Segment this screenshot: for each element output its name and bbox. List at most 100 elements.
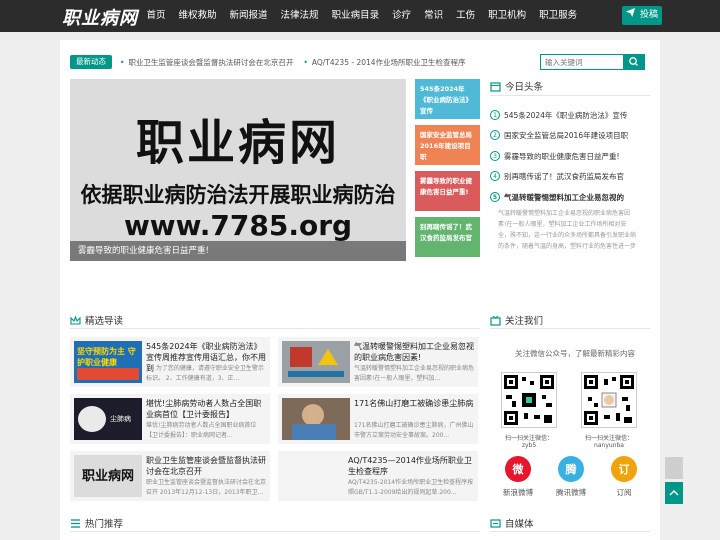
tile-text: 国家安全监管总局2016年建设项目职 [420, 131, 472, 161]
headline-item[interactable]: 5 气温转暖警惕塑料加工企业易忽视的 [490, 190, 650, 204]
article-title: 堪忧!尘肺病劳动者人数占全国职业病首位【卫计委报告】 [146, 399, 262, 419]
article-thumbnail: 职业病网 [74, 455, 142, 497]
social-label[interactable]: 订阅 [599, 487, 649, 498]
headline-description: 气温转暖警惕塑料加工企业易忽视的职业病危害因素!在一般人眼里，塑料加工企业工作场… [498, 210, 637, 250]
divider [490, 95, 650, 96]
tile-link[interactable]: 国家安全监管总局2016年建设项目职 [415, 125, 480, 165]
search-input[interactable] [540, 54, 624, 70]
tile-text: 545条2024年《职业病防治法》宣传 [420, 85, 472, 115]
menu-item-knowledge[interactable]: 常识 [418, 0, 450, 32]
ticker-item[interactable]: AQ/T4235 - 2014作业场所职业卫生检查程序 [303, 57, 466, 68]
menu-item-rights[interactable]: 维权救助 [172, 0, 223, 32]
article-summary: 1、为了您的健康，请遵守职业安全卫生警示标识。 2、工作健康有道，3、正... [146, 365, 264, 382]
article-title: AQ/T4235—2014作业场所职业卫生检查程序 [348, 456, 472, 476]
article-card[interactable]: 坚守预防为主 守护职业健康 545条2024年《职业病防治法》宣传周推荐宣传用语… [70, 337, 270, 387]
follow-title: 关注我们 [505, 316, 544, 327]
tile-link[interactable]: 雾霾导致的职业健康危害日益严重! [415, 171, 480, 211]
article-thumbnail [282, 398, 350, 440]
menu-item-services[interactable]: 职卫服务 [533, 0, 584, 32]
site-logo[interactable]: 职业病网 [62, 4, 138, 30]
headline-text: 气温转暖警惕塑料加工企业易忽视的 [504, 192, 624, 202]
qr-label: 扫一扫关注微信：zyb5 [504, 435, 553, 449]
ticker-item[interactable]: 职业卫生监管座谈会暨监督执法研讨会在北京召开 [120, 57, 293, 68]
featured-slider[interactable]: 职业病网 依据职业病防治法开展职业病防治 www.7785.org 雾霾导致的职… [70, 79, 406, 261]
tile-text: 雾霾导致的职业健康危害日益严重! [420, 177, 472, 196]
menu-item-laws[interactable]: 法律法规 [274, 0, 325, 32]
latest-news-bar: 最新动态 职业卫生监管座谈会暨监督执法研讨会在北京召开 AQ/T4235 - 2… [70, 53, 484, 71]
tencent-weibo-icon[interactable]: 腾 [558, 456, 584, 482]
wechat-qr-code [501, 372, 557, 428]
article-card[interactable]: AQ/T4235—2014作业场所职业卫生检查程序 AQ/T4235-2014作… [278, 451, 478, 501]
menu-item-injury[interactable]: 工伤 [450, 0, 482, 32]
slide-caption[interactable]: 雾霾导致的职业健康危害日益严重! [70, 241, 406, 261]
hot-header: 热门推荐 [70, 516, 123, 530]
article-card[interactable]: 气温转暖警惕塑料加工企业易忽视的职业病危害因素! 气温转暖警惕塑料加工企业易忽视… [278, 337, 478, 387]
tile-link[interactable]: 别再瞎传谣了！武汉食药监局发布官 [415, 217, 480, 257]
menu-item-catalog[interactable]: 职业病目录 [325, 0, 386, 32]
article-summary: 171名佛山打磨工被确诊患尘肺病，广州佛山市警方立案劳动安全事故案。200... [354, 422, 474, 439]
tile-link[interactable]: 545条2024年《职业病防治法》宣传 [415, 79, 480, 119]
menu-item-treatment[interactable]: 诊疗 [386, 0, 418, 32]
headline-rank: 3 [490, 151, 500, 161]
featured-title: 精选导读 [85, 316, 124, 327]
main-menu: 首页 维权救助 新闻报道 法律法规 职业病目录 诊疗 常识 工伤 职卫机构 职卫… [140, 0, 584, 32]
headline-text: 别再瞎传谣了！武汉食药监局发布官 [504, 171, 624, 181]
headline-item[interactable]: 4 别再瞎传谣了！武汉食药监局发布官 [490, 169, 650, 183]
follow-header: 关注我们 [490, 313, 543, 327]
article-thumbnail: 坚守预防为主 守护职业健康 [74, 341, 142, 383]
thumbnail-text: 尘肺病 [110, 415, 131, 423]
top-nav: 职业病网 首页 维权救助 新闻报道 法律法规 职业病目录 诊疗 常识 工伤 职卫… [0, 0, 720, 32]
article-title: 气温转暖警惕塑料加工企业易忽视的职业病危害因素! [354, 342, 474, 362]
rss-icon[interactable]: 订 [611, 456, 637, 482]
back-to-top-button[interactable] [665, 482, 683, 504]
article-title: 171名佛山打磨工被确诊患尘肺病 [354, 399, 474, 408]
featured-header: 精选导读 [70, 313, 123, 327]
thumbnail-text: 职业病网 [81, 469, 134, 484]
crown-icon [70, 314, 81, 325]
slide-subline: 依据职业病防治法开展职业病防治 [80, 183, 396, 207]
headline-rank: 2 [490, 130, 500, 140]
search-icon [629, 57, 638, 66]
headline-text: 545条2024年《职业病防治法》宣传 [504, 110, 628, 120]
submit-button-label: 投稿 [640, 10, 659, 20]
headline-item[interactable]: 1 545条2024年《职业病防治法》宣传 [490, 108, 650, 122]
media-title: 自媒体 [505, 519, 534, 530]
social-label[interactable]: 新浪微博 [493, 487, 543, 498]
submit-button[interactable]: 投稿 [622, 6, 662, 25]
headlines-header: 今日头条 [490, 79, 543, 93]
divider [70, 531, 480, 532]
article-card[interactable]: 171名佛山打磨工被确诊患尘肺病 171名佛山打磨工被确诊患尘肺病，广州佛山市警… [278, 394, 478, 444]
latest-news-tag: 最新动态 [70, 55, 112, 69]
headlines-title: 今日头条 [505, 82, 544, 93]
headline-rank: 5 [490, 192, 500, 202]
headline-text: 雾霾导致的职业健康危害日益严重! [504, 151, 620, 161]
weibo-icon[interactable]: 微 [505, 456, 531, 482]
slide-url: www.7785.org [123, 209, 353, 242]
headline-rank: 1 [490, 110, 500, 120]
article-card[interactable]: 尘肺病 堪忧!尘肺病劳动者人数占全国职业病首位【卫计委报告】 堪忧!尘肺病劳动者… [70, 394, 270, 444]
image-icon [490, 518, 501, 528]
search-button[interactable] [623, 54, 645, 70]
menu-item-news[interactable]: 新闻报道 [223, 0, 274, 32]
article-thumbnail: 尘肺病 [74, 398, 142, 440]
calendar-icon [490, 81, 501, 92]
menu-item-institutions[interactable]: 职卫机构 [482, 0, 533, 32]
media-header: 自媒体 [490, 516, 534, 530]
article-card[interactable]: 职业病网 职业卫生监管座谈会暨监督执法研讨会在北京召开 职业卫生监管座谈会暨监督… [70, 451, 270, 501]
article-summary: 堪忧!尘肺病劳动者人数占全国职业病首位【卫计委报告】：职业病网记者... [146, 422, 257, 439]
headline-item[interactable]: 3 雾霾导致的职业健康危害日益严重! [490, 149, 650, 163]
qr-label: 扫一扫关注微信：nanyunba [584, 435, 633, 449]
wechat-qr-code [581, 372, 637, 428]
headline-rank: 4 [490, 171, 500, 181]
article-thumbnail [282, 341, 350, 383]
divider [70, 328, 480, 329]
headline-text: 国家安全监管总局2016年建设项目职 [504, 130, 629, 140]
social-label[interactable]: 腾讯微博 [546, 487, 596, 498]
send-icon [626, 6, 635, 25]
side-tool-button[interactable] [665, 457, 683, 479]
headline-item[interactable]: 2 国家安全监管总局2016年建设项目职 [490, 128, 650, 142]
divider [490, 531, 650, 532]
chevron-up-icon [669, 489, 679, 496]
thumbnail-text: 坚守预防为主 守护职业健康 [77, 347, 136, 367]
menu-item-home[interactable]: 首页 [140, 0, 172, 32]
